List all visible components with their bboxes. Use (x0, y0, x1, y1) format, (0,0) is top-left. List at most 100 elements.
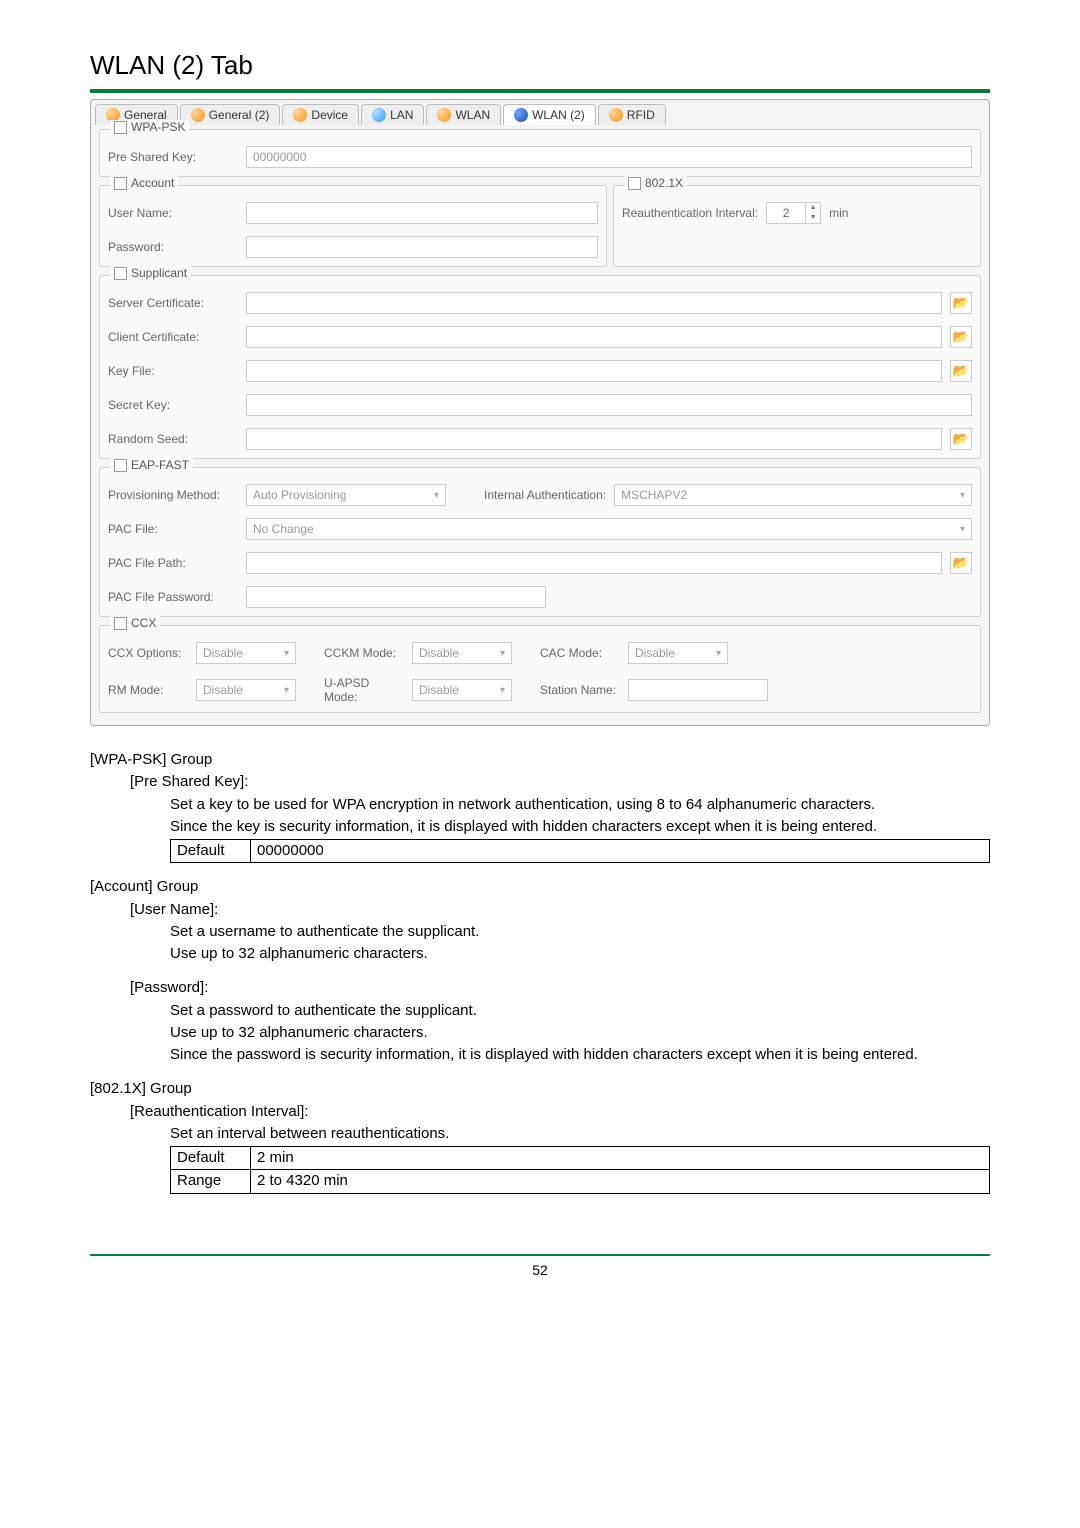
group-wpapsk: WPA-PSK Pre Shared Key: 00000000 (99, 129, 981, 177)
doc-reauth-heading: [Reauthentication Interval]: (130, 1102, 990, 1122)
secretkey-input[interactable] (246, 394, 972, 416)
group-eapfast: EAP-FAST Provisioning Method: Auto Provi… (99, 467, 981, 617)
tab-dot-icon (372, 108, 386, 122)
checkbox-icon[interactable] (114, 121, 127, 134)
doc-section: [WPA-PSK] Group [Pre Shared Key]: Set a … (90, 750, 990, 1194)
tab-dot-icon (293, 108, 307, 122)
checkbox-icon[interactable] (114, 267, 127, 280)
cckm-select[interactable]: Disable (412, 642, 512, 664)
group-title-eapfast[interactable]: EAP-FAST (110, 458, 193, 472)
intauth-label: Internal Authentication: (484, 488, 606, 502)
randomseed-input[interactable] (246, 428, 942, 450)
uapsd-label: U-APSD Mode: (324, 676, 404, 704)
cac-label: CAC Mode: (540, 646, 620, 660)
tab-dot-icon (514, 108, 528, 122)
station-label: Station Name: (540, 683, 620, 697)
doc-user-heading: [User Name]: (130, 900, 990, 920)
pacpw-input[interactable] (246, 586, 546, 608)
folder-icon[interactable]: 📂 (950, 292, 972, 314)
tab-dot-icon (191, 108, 205, 122)
folder-icon[interactable]: 📂 (950, 326, 972, 348)
group-title-ccx[interactable]: CCX (110, 616, 160, 630)
doc-pass-p1: Set a password to authenticate the suppl… (170, 1001, 990, 1021)
group-8021x: 802.1X Reauthentication Interval: 2 ▲▼ m… (613, 185, 981, 267)
intauth-select[interactable]: MSCHAPV2 (614, 484, 972, 506)
password-label: Password: (108, 240, 238, 254)
reauth-spinner[interactable]: 2 ▲▼ (766, 202, 821, 224)
station-input[interactable] (628, 679, 768, 701)
tab-rfid[interactable]: RFID (598, 104, 666, 125)
ccxopts-select[interactable]: Disable (196, 642, 296, 664)
tab-wlan[interactable]: WLAN (426, 104, 501, 125)
doc-psk-heading: [Pre Shared Key]: (130, 772, 990, 792)
doc-account-group: [Account] Group (90, 877, 990, 897)
group-supplicant: Supplicant Server Certificate: 📂 Client … (99, 275, 981, 459)
ccxopts-label: CCX Options: (108, 646, 188, 660)
checkbox-icon[interactable] (114, 177, 127, 190)
servercert-label: Server Certificate: (108, 296, 238, 310)
doc-pass-p2: Use up to 32 alphanumeric characters. (170, 1023, 990, 1043)
tab-dot-icon (609, 108, 623, 122)
group-title-8021x[interactable]: 802.1X (624, 176, 687, 190)
keyfile-label: Key File: (108, 364, 238, 378)
pacpath-input[interactable] (246, 552, 942, 574)
doc-user-p2: Use up to 32 alphanumeric characters. (170, 944, 990, 964)
keyfile-input[interactable] (246, 360, 942, 382)
doc-user-p1: Set a username to authenticate the suppl… (170, 922, 990, 942)
group-title-account[interactable]: Account (110, 176, 178, 190)
secretkey-label: Secret Key: (108, 398, 238, 412)
tab-bar: General General (2) Device LAN WLAN WLAN… (95, 104, 985, 125)
clientcert-label: Client Certificate: (108, 330, 238, 344)
servercert-input[interactable] (246, 292, 942, 314)
checkbox-icon[interactable] (114, 459, 127, 472)
spinner-down-icon[interactable]: ▼ (806, 213, 820, 223)
group-ccx: CCX CCX Options: Disable CCKM Mode: Disa… (99, 625, 981, 713)
tab-general2[interactable]: General (2) (180, 104, 281, 125)
footer-rule (90, 1254, 990, 1256)
tab-dot-icon (437, 108, 451, 122)
doc-pass-p3: Since the password is security informati… (170, 1045, 990, 1065)
doc-psk-p1: Set a key to be used for WPA encryption … (170, 795, 990, 815)
doc-reauth-table: Default2 min Range2 to 4320 min (170, 1146, 990, 1194)
doc-reauth-p: Set an interval between reauthentication… (170, 1124, 990, 1144)
rm-label: RM Mode: (108, 683, 188, 697)
password-input[interactable] (246, 236, 598, 258)
group-title-wpapsk[interactable]: WPA-PSK (110, 120, 189, 134)
checkbox-icon[interactable] (114, 617, 127, 630)
doc-psk-table: Default00000000 (170, 839, 990, 863)
username-label: User Name: (108, 206, 238, 220)
psk-label: Pre Shared Key: (108, 150, 238, 164)
folder-icon[interactable]: 📂 (950, 552, 972, 574)
pacfile-label: PAC File: (108, 522, 238, 536)
reauth-unit: min (829, 206, 848, 220)
provmethod-label: Provisioning Method: (108, 488, 238, 502)
tab-lan[interactable]: LAN (361, 104, 424, 125)
group-title-supplicant[interactable]: Supplicant (110, 266, 191, 280)
group-account: Account User Name: Password: (99, 185, 607, 267)
doc-wpapsk-group: [WPA-PSK] Group (90, 750, 990, 770)
title-rule (90, 89, 990, 93)
clientcert-input[interactable] (246, 326, 942, 348)
tab-panel: General General (2) Device LAN WLAN WLAN… (90, 99, 990, 726)
tab-wlan2[interactable]: WLAN (2) (503, 104, 596, 125)
tab-device[interactable]: Device (282, 104, 359, 125)
folder-icon[interactable]: 📂 (950, 428, 972, 450)
reauth-value[interactable]: 2 (766, 202, 806, 224)
psk-input[interactable]: 00000000 (246, 146, 972, 168)
username-input[interactable] (246, 202, 598, 224)
doc-psk-p2: Since the key is security information, i… (170, 817, 990, 837)
cac-select[interactable]: Disable (628, 642, 728, 664)
pacpath-label: PAC File Path: (108, 556, 238, 570)
uapsd-select[interactable]: Disable (412, 679, 512, 701)
reauth-label: Reauthentication Interval: (622, 206, 758, 220)
spinner-up-icon[interactable]: ▲ (806, 203, 820, 213)
page-title: WLAN (2) Tab (90, 50, 990, 81)
provmethod-select[interactable]: Auto Provisioning (246, 484, 446, 506)
rm-select[interactable]: Disable (196, 679, 296, 701)
folder-icon[interactable]: 📂 (950, 360, 972, 382)
checkbox-icon[interactable] (628, 177, 641, 190)
cckm-label: CCKM Mode: (324, 646, 404, 660)
page-number: 52 (90, 1262, 990, 1278)
pacfile-select[interactable]: No Change (246, 518, 972, 540)
doc-pass-heading: [Password]: (130, 978, 990, 998)
